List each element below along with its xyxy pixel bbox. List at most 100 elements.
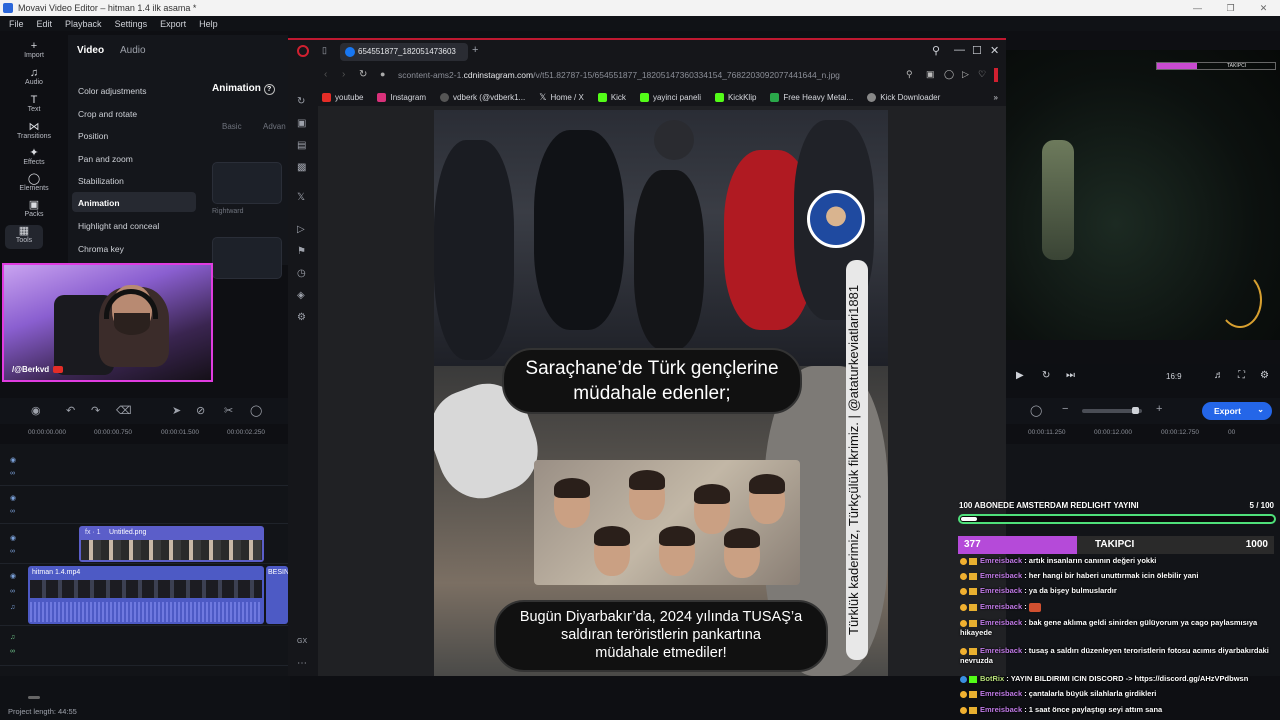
settings-icon[interactable]: ⚙ — [297, 312, 306, 323]
zoom-out-icon[interactable]: − — [1062, 403, 1068, 415]
panel-item-pan-zoom[interactable]: Pan and zoom — [72, 148, 196, 168]
chat-username[interactable]: Emreisback — [980, 646, 1022, 655]
more-icon[interactable]: ⋯ — [297, 658, 307, 669]
video-preview[interactable]: TAKIPCI — [1006, 50, 1280, 340]
chat-username[interactable]: BotRix — [980, 674, 1004, 683]
menu-edit[interactable]: Edit — [37, 19, 53, 29]
screenshot-icon[interactable]: ▣ — [926, 69, 935, 80]
clock-icon[interactable]: ◷ — [297, 268, 306, 279]
player-icon[interactable]: ▷ — [297, 224, 305, 235]
chat-username[interactable]: Emreisback — [980, 586, 1022, 595]
zoom-in-icon[interactable]: + — [1156, 403, 1162, 415]
undo-icon[interactable]: ↶ — [66, 404, 75, 417]
x-icon[interactable]: 𝕏 — [297, 192, 305, 203]
minimize-icon[interactable]: — — [1181, 3, 1214, 14]
bookmark-free-heavy-metal[interactable]: Free Heavy Metal... — [770, 92, 853, 102]
tool-effects[interactable]: ✦ Effects — [0, 147, 68, 166]
bookmark-instagram[interactable]: Instagram — [377, 92, 426, 102]
chat-username[interactable]: Emreisback — [980, 705, 1022, 714]
eye-icon[interactable]: ◉ — [10, 534, 16, 542]
eye-icon[interactable]: ◉ — [10, 572, 16, 580]
video-clip[interactable]: BESIN — [266, 566, 289, 624]
maximize-icon[interactable]: ☐ — [972, 44, 982, 57]
loop-icon[interactable]: ↻ — [1042, 370, 1050, 381]
bookmark-icon[interactable]: ⚑ — [297, 246, 306, 257]
bookmark-kickklip[interactable]: KickKlip — [714, 92, 756, 102]
menu-playback[interactable]: Playback — [65, 19, 102, 29]
link-icon[interactable]: ∞ — [10, 648, 15, 655]
browser-tab[interactable]: 654551877_182051473603 — [340, 43, 468, 61]
panel-item-crop-rotate[interactable]: Crop and rotate — [72, 103, 196, 123]
url-field[interactable]: scontent-ams2-1.cdninstagram.com/v/t51.8… — [398, 70, 840, 80]
volume-icon[interactable]: ♬ — [1214, 370, 1224, 381]
timeline-ruler[interactable]: 00:00:11.250 00:00:12.000 00:00:12.750 0… — [1006, 424, 1280, 444]
wallet-icon[interactable]: ▤ — [297, 140, 306, 151]
chat-username[interactable]: Emreisback — [980, 556, 1022, 565]
music-track-icon[interactable]: ♫ — [10, 634, 15, 641]
history-icon[interactable]: ↻ — [297, 96, 305, 107]
tabs-icon[interactable]: ▯ — [322, 45, 327, 56]
help-icon[interactable]: ? — [263, 84, 275, 95]
chat-username[interactable]: Emreisback — [980, 571, 1022, 580]
forward-icon[interactable]: › — [342, 69, 345, 80]
eye-icon[interactable]: ◉ — [10, 494, 16, 502]
tool-tools[interactable]: ▦ Tools — [5, 225, 43, 249]
delete-icon[interactable]: ⌫ — [116, 404, 132, 417]
link-icon[interactable]: ∞ — [10, 548, 15, 555]
link-icon[interactable]: ∞ — [10, 470, 15, 477]
play-icon[interactable]: ▶ — [1016, 370, 1024, 381]
panel-item-position[interactable]: Position — [72, 125, 196, 145]
tool-transitions[interactable]: ⋈ Transitions — [0, 121, 68, 140]
instagram-image[interactable]: Saraçhane’de Türk gençlerine müdahale ed… — [434, 110, 888, 676]
next-icon[interactable]: ⏭ — [1066, 370, 1075, 381]
panel-item-chroma-key[interactable]: Chroma key — [72, 238, 196, 258]
anim-tab-advanced[interactable]: Advan — [263, 122, 286, 131]
panel-item-highlight-conceal[interactable]: Highlight and conceal — [72, 215, 196, 235]
bookmark-kick-downloader[interactable]: Kick Downloader — [867, 92, 940, 102]
redo-icon[interactable]: ↷ — [91, 404, 100, 417]
timeline-ruler[interactable]: 00:00:00.000 00:00:00.750 00:00:01.500 0… — [0, 424, 288, 444]
export-button[interactable]: Export ⌄ — [1202, 402, 1272, 420]
tool-elements[interactable]: ◯ Elements — [0, 173, 68, 192]
menu-export[interactable]: Export — [160, 19, 186, 29]
tool-text[interactable]: T Text — [0, 94, 68, 113]
record-icon[interactable]: ◉ — [31, 404, 41, 417]
link-icon[interactable]: ∞ — [10, 508, 15, 515]
play-icon[interactable]: ▷ — [962, 69, 969, 80]
minimize-icon[interactable]: — — [954, 44, 965, 56]
more-bookmarks-icon[interactable]: » — [994, 93, 998, 102]
panel-item-animation[interactable]: Animation — [72, 192, 196, 212]
bookmark-youtube[interactable]: youtube — [322, 92, 363, 102]
menu-help[interactable]: Help — [199, 19, 218, 29]
panel-item-color-adjustments[interactable]: Color adjustments — [72, 80, 196, 100]
chat-username[interactable]: Emreisback — [980, 689, 1022, 698]
zoom-slider[interactable] — [1082, 407, 1142, 414]
aspect-ratio[interactable]: 16:9 — [1166, 372, 1182, 381]
anim-thumb-upward[interactable] — [212, 237, 282, 279]
menu-file[interactable]: File — [9, 19, 24, 29]
bookmark-kick[interactable]: Kick — [597, 92, 626, 102]
opera-icon[interactable] — [297, 45, 309, 57]
chat-username[interactable]: Emreisback — [980, 602, 1022, 611]
tab-video[interactable]: Video — [77, 45, 104, 56]
zoom-slider[interactable] — [28, 696, 40, 699]
anim-thumb-rightward[interactable] — [212, 162, 282, 204]
maximize-icon[interactable]: ❐ — [1214, 3, 1247, 14]
cut-icon[interactable]: ✂ — [224, 404, 233, 417]
gear-icon[interactable]: ⚙ — [1260, 370, 1269, 381]
volume-icon[interactable]: ♫ — [10, 604, 15, 611]
shield-icon[interactable]: ◯ — [250, 404, 262, 417]
disable-icon[interactable]: ⊘ — [196, 404, 205, 417]
messenger-icon[interactable]: ▩ — [297, 162, 306, 173]
bookmark-x[interactable]: 𝕏 Home / X — [539, 92, 584, 103]
tab-audio[interactable]: Audio — [120, 45, 146, 56]
tool-audio[interactable]: ♫ Audio — [0, 67, 68, 86]
close-icon[interactable]: ✕ — [1247, 3, 1280, 14]
back-icon[interactable]: ‹ — [324, 69, 327, 80]
anim-tab-basic[interactable]: Basic — [222, 122, 242, 131]
tool-packs[interactable]: ▣ Packs — [0, 199, 68, 218]
pin-icon[interactable]: ⚲ — [906, 69, 913, 80]
eye-icon[interactable]: ◉ — [10, 456, 16, 464]
bookmark-vdberk[interactable]: vdberk (@vdberk1... — [440, 92, 525, 102]
shield-icon[interactable]: ◯ — [944, 69, 954, 80]
